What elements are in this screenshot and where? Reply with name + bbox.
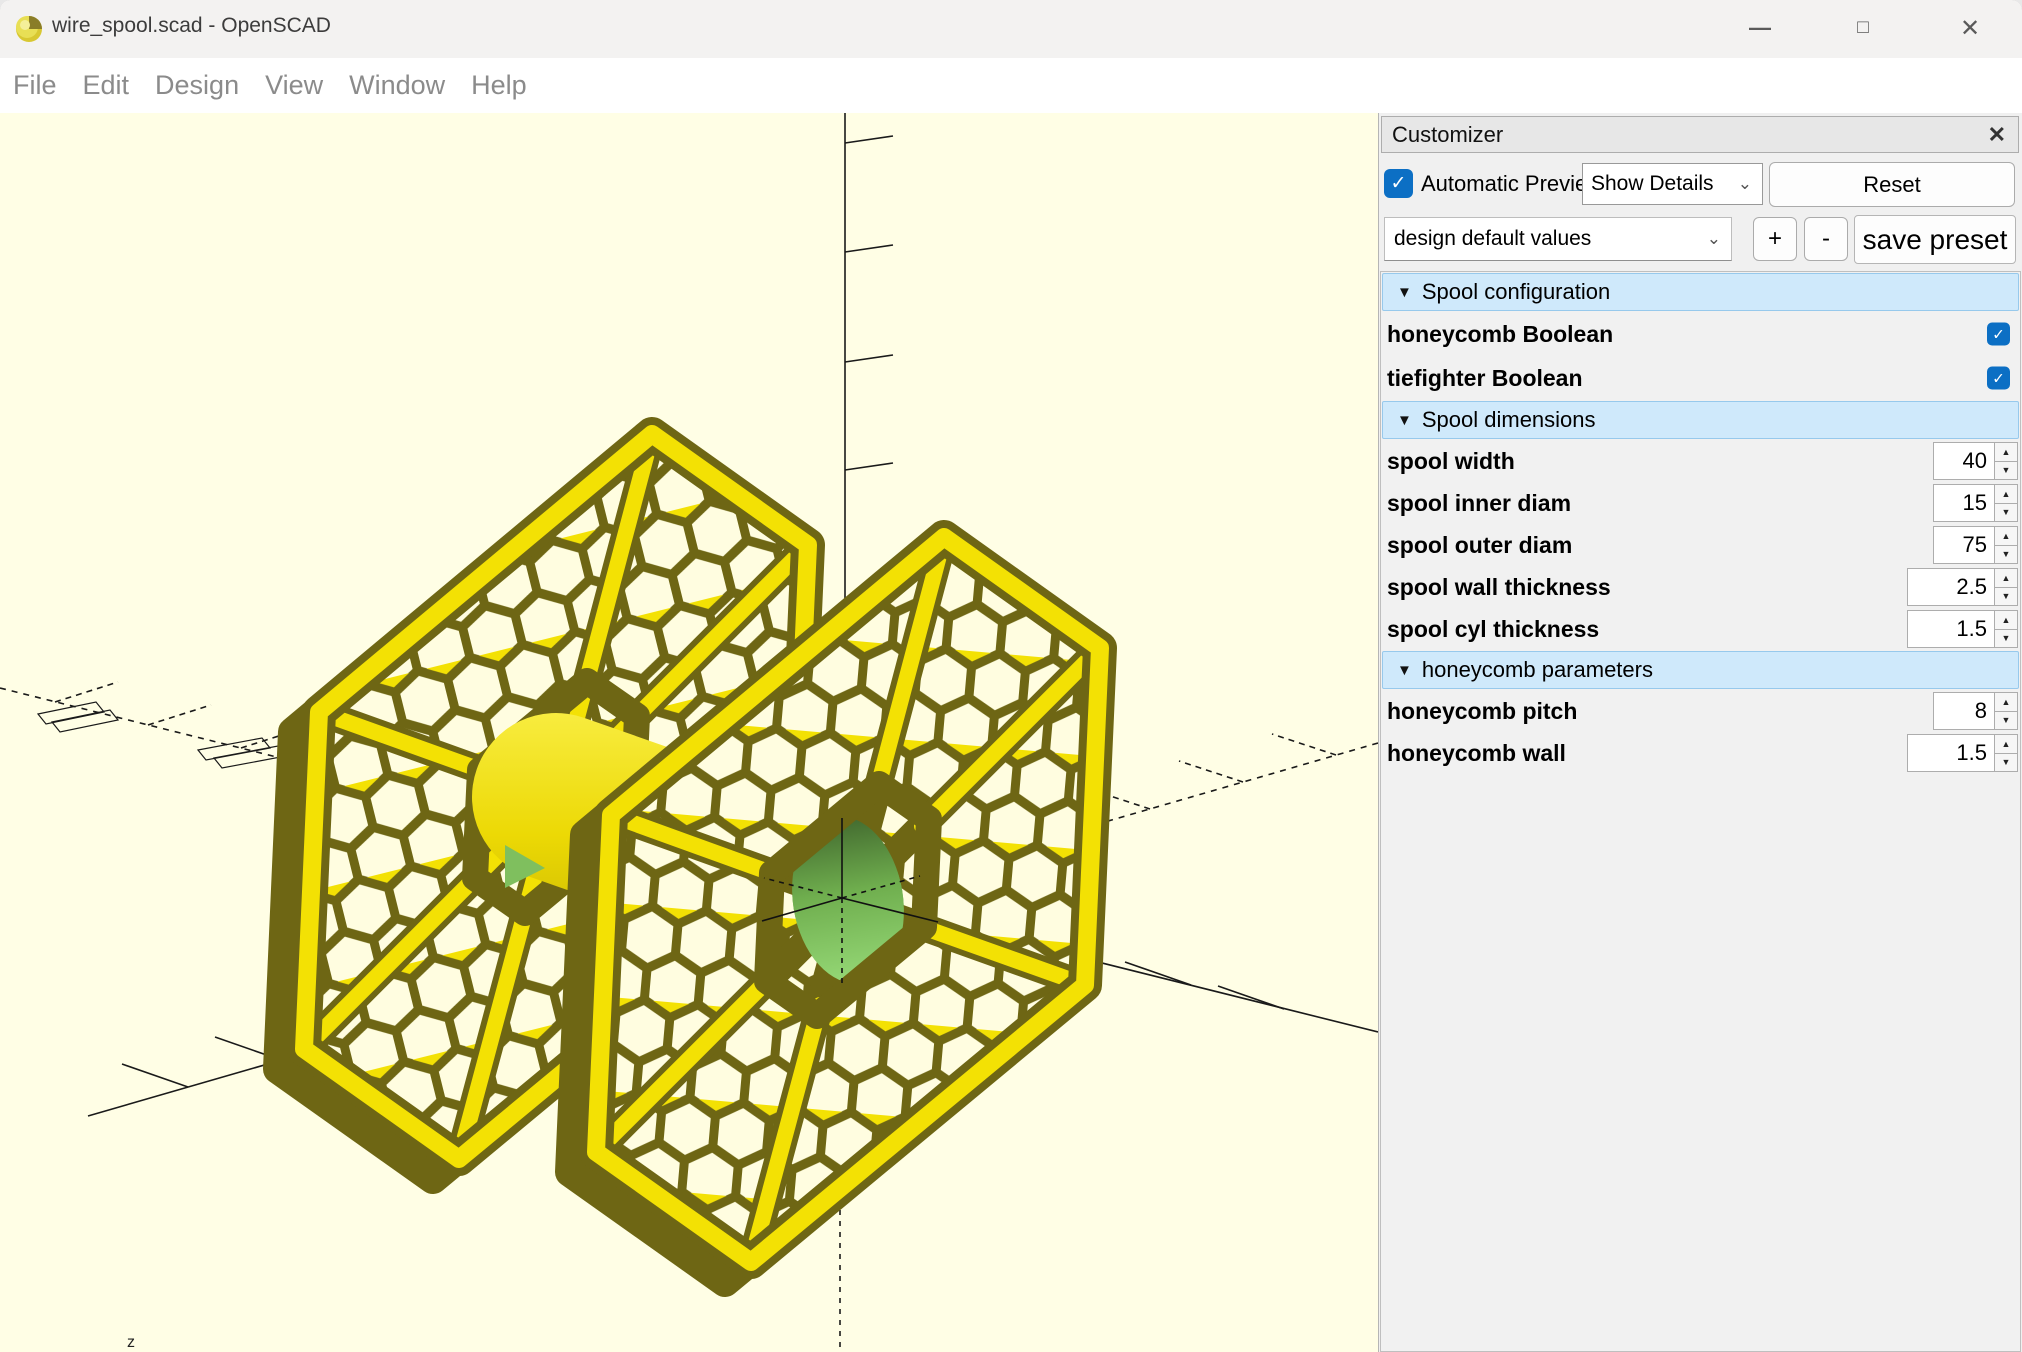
detail-level-select[interactable]: Show Details ⌄: [1582, 163, 1763, 205]
minimize-button[interactable]: —: [1729, 0, 1791, 56]
param-label: spool width: [1381, 448, 1515, 475]
param-spool-width: spool width 40 ▲▼: [1381, 440, 2020, 482]
triangle-down-icon: ▼: [1383, 412, 1422, 429]
param-label: tiefighter Boolean: [1381, 365, 1583, 392]
automatic-preview-label: Automatic Preview: [1421, 171, 1603, 197]
param-label: spool wall thickness: [1381, 574, 1611, 601]
openscad-logo-icon: [14, 14, 44, 44]
remove-preset-button[interactable]: -: [1804, 217, 1848, 261]
spin-down-icon[interactable]: ▼: [1995, 630, 2018, 649]
tiefighter-boolean-checkbox[interactable]: ✓: [1987, 367, 2010, 390]
window-title: wire_spool.scad - OpenSCAD: [52, 14, 331, 38]
param-spool-outer-diam: spool outer diam 75 ▲▼: [1381, 524, 2020, 566]
param-honeycomb-pitch: honeycomb pitch 8 ▲▼: [1381, 690, 2020, 732]
param-tiefighter-boolean: tiefighter Boolean ✓: [1381, 356, 2020, 400]
param-label: honeycomb wall: [1381, 740, 1566, 767]
customizer-panel: Customizer ✕ ✓ Automatic Preview Show De…: [1378, 113, 2022, 1352]
customizer-title: Customizer: [1382, 122, 1503, 148]
menu-edit[interactable]: Edit: [70, 58, 143, 113]
maximize-button[interactable]: □: [1832, 0, 1894, 56]
menu-window[interactable]: Window: [336, 58, 458, 113]
customizer-header: Customizer ✕: [1381, 116, 2019, 153]
spin-down-icon[interactable]: ▼: [1995, 462, 2018, 481]
menu-help[interactable]: Help: [458, 58, 540, 113]
parameters-list: ▼ Spool configuration honeycomb Boolean …: [1380, 271, 2021, 1352]
z-axis-label: z: [127, 1334, 135, 1351]
triangle-down-icon: ▼: [1383, 284, 1422, 301]
reset-button[interactable]: Reset: [1769, 162, 2015, 207]
detail-level-value: Show Details: [1591, 172, 1714, 196]
spin-down-icon[interactable]: ▼: [1995, 754, 2018, 773]
spool-outer-diam-input[interactable]: 75: [1933, 526, 1995, 564]
section-spool-dimensions[interactable]: ▼ Spool dimensions: [1382, 401, 2019, 439]
openscad-window: wire_spool.scad - OpenSCAD — □ ✕ File Ed…: [0, 0, 2022, 1352]
title-bar[interactable]: wire_spool.scad - OpenSCAD — □ ✕: [0, 0, 2022, 59]
add-preset-button[interactable]: +: [1753, 217, 1797, 261]
honeycomb-wall-input[interactable]: 1.5: [1907, 734, 1995, 772]
chevron-down-icon: ⌄: [1707, 229, 1731, 249]
menu-file[interactable]: File: [0, 58, 70, 113]
preset-select[interactable]: design default values ⌄: [1384, 217, 1732, 261]
section-title: Spool dimensions: [1422, 407, 1596, 433]
preset-row: design default values ⌄ + - save preset: [1379, 214, 2022, 266]
spin-down-icon[interactable]: ▼: [1995, 546, 2018, 565]
spool-wall-thickness-input[interactable]: 2.5: [1907, 568, 1995, 606]
spool-inner-diam-input[interactable]: 15: [1933, 484, 1995, 522]
param-honeycomb-boolean: honeycomb Boolean ✓: [1381, 312, 2020, 356]
spin-up-icon[interactable]: ▲: [1995, 526, 2018, 546]
section-spool-configuration[interactable]: ▼ Spool configuration: [1382, 273, 2019, 311]
param-label: honeycomb Boolean: [1381, 321, 1613, 348]
spin-down-icon[interactable]: ▼: [1995, 504, 2018, 523]
preview-row: ✓ Automatic Preview Show Details ⌄ Reset: [1379, 160, 2022, 208]
spin-up-icon[interactable]: ▲: [1995, 484, 2018, 504]
menu-design[interactable]: Design: [142, 58, 252, 113]
honeycomb-boolean-checkbox[interactable]: ✓: [1987, 323, 2010, 346]
menu-bar: File Edit Design View Window Help: [0, 58, 2022, 113]
close-button[interactable]: ✕: [1939, 0, 2001, 56]
spin-up-icon[interactable]: ▲: [1995, 734, 2018, 754]
param-spool-inner-diam: spool inner diam 15 ▲▼: [1381, 482, 2020, 524]
spool-cyl-thickness-input[interactable]: 1.5: [1907, 610, 1995, 648]
spin-up-icon[interactable]: ▲: [1995, 442, 2018, 462]
automatic-preview-checkbox[interactable]: ✓: [1384, 169, 1413, 198]
param-label: honeycomb pitch: [1381, 698, 1577, 725]
3d-viewport[interactable]: z: [0, 113, 1378, 1352]
customizer-close-icon[interactable]: ✕: [1988, 122, 2018, 148]
param-label: spool inner diam: [1381, 490, 1571, 517]
spin-up-icon[interactable]: ▲: [1995, 568, 2018, 588]
preset-select-value: design default values: [1394, 227, 1591, 251]
spin-up-icon[interactable]: ▲: [1995, 692, 2018, 712]
param-label: spool outer diam: [1381, 532, 1572, 559]
menu-view[interactable]: View: [252, 58, 336, 113]
param-label: spool cyl thickness: [1381, 616, 1599, 643]
section-honeycomb-parameters[interactable]: ▼ honeycomb parameters: [1382, 651, 2019, 689]
section-title: Spool configuration: [1422, 279, 1610, 305]
honeycomb-pitch-input[interactable]: 8: [1933, 692, 1995, 730]
section-title: honeycomb parameters: [1422, 657, 1653, 683]
chevron-down-icon: ⌄: [1738, 174, 1762, 194]
spool-width-input[interactable]: 40: [1933, 442, 1995, 480]
param-spool-cyl-thickness: spool cyl thickness 1.5 ▲▼: [1381, 608, 2020, 650]
spin-down-icon[interactable]: ▼: [1995, 588, 2018, 607]
spin-up-icon[interactable]: ▲: [1995, 610, 2018, 630]
spin-down-icon[interactable]: ▼: [1995, 712, 2018, 731]
param-spool-wall-thickness: spool wall thickness 2.5 ▲▼: [1381, 566, 2020, 608]
save-preset-button[interactable]: save preset: [1854, 215, 2016, 264]
triangle-down-icon: ▼: [1383, 662, 1422, 679]
3d-scene: z: [0, 113, 1378, 1352]
param-honeycomb-wall: honeycomb wall 1.5 ▲▼: [1381, 732, 2020, 774]
